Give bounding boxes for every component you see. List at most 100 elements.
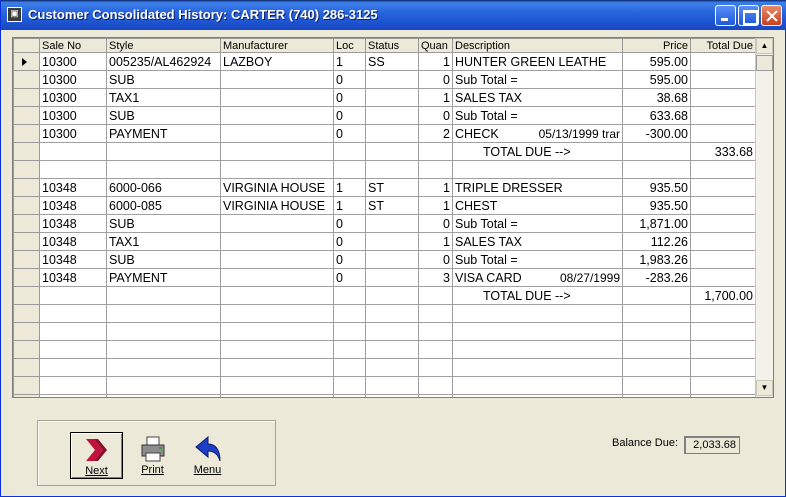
cell-total-due[interactable] [690,268,756,287]
cell-sale-no[interactable] [39,340,107,359]
cell-price[interactable] [622,160,691,179]
cell-description[interactable] [452,394,623,397]
row-selector[interactable] [13,268,40,287]
cell-status[interactable] [365,70,419,89]
table-row[interactable]: 10300 TAX1 0 1 SALES TAX 38.68 [13,88,756,107]
cell-description[interactable]: TRIPLE DRESSER [452,178,623,197]
table-row[interactable] [13,394,756,397]
cell-sale-no[interactable]: 10348 [39,196,107,215]
cell-sale-no[interactable]: 10348 [39,214,107,233]
cell-price[interactable]: 935.50 [622,196,691,215]
cell-quan[interactable]: 0 [418,106,453,125]
cell-description[interactable]: SALES TAX [452,88,623,107]
cell-total-due[interactable] [690,106,756,125]
cell-status[interactable] [365,340,419,359]
cell-sale-no[interactable]: 10348 [39,268,107,287]
cell-status[interactable] [365,142,419,161]
cell-quan[interactable]: 1 [418,232,453,251]
row-selector[interactable] [13,322,40,341]
cell-status[interactable] [365,376,419,395]
cell-price[interactable]: -300.00 [622,124,691,143]
cell-style[interactable] [106,376,221,395]
row-selector[interactable] [13,376,40,395]
cell-price[interactable] [622,340,691,359]
menu-button[interactable]: Menu [181,432,234,479]
col-header-price[interactable]: Price [622,38,691,53]
table-row[interactable]: 10348 6000-066 VIRGINIA HOUSE 1 ST 1 TRIPLE DR… [13,178,756,197]
table-row[interactable]: 10348 TAX1 0 1 SALES TAX 112.26 [13,232,756,251]
maximize-button[interactable] [738,5,759,26]
cell-total-due[interactable] [690,340,756,359]
cell-price[interactable] [622,322,691,341]
row-selector[interactable] [13,196,40,215]
cell-description[interactable] [452,304,623,323]
cell-manufacturer[interactable] [220,250,334,269]
cell-manufacturer[interactable]: VIRGINIA HOUSE [220,178,334,197]
cell-description[interactable]: TOTAL DUE --> [452,286,623,305]
cell-style[interactable] [106,286,221,305]
cell-sale-no[interactable]: 10300 [39,124,107,143]
cell-manufacturer[interactable] [220,106,334,125]
cell-style[interactable] [106,322,221,341]
table-row[interactable] [13,340,756,359]
cell-price[interactable]: 112.26 [622,232,691,251]
cell-sale-no[interactable] [39,322,107,341]
cell-loc[interactable]: 0 [333,250,366,269]
cell-status[interactable] [365,250,419,269]
cell-price[interactable]: 1,871.00 [622,214,691,233]
cell-quan[interactable]: 1 [418,178,453,197]
cell-sale-no[interactable] [39,376,107,395]
row-selector[interactable] [13,160,40,179]
row-selector[interactable] [13,304,40,323]
row-selector[interactable] [13,106,40,125]
table-row[interactable]: 10300 SUB 0 0 Sub Total = 633.68 [13,106,756,125]
row-selector[interactable] [13,178,40,197]
cell-total-due[interactable] [690,88,756,107]
cell-style[interactable] [106,304,221,323]
cell-style[interactable]: SUB [106,214,221,233]
cell-loc[interactable] [333,286,366,305]
cell-description[interactable] [452,358,623,377]
col-header-total-due[interactable]: Total Due [690,38,756,53]
cell-price[interactable]: 935.50 [622,178,691,197]
cell-status[interactable] [365,394,419,397]
cell-description[interactable]: VISA CARD 08/27/1999 [452,268,623,287]
cell-style[interactable] [106,160,221,179]
table-row[interactable]: 10348 SUB 0 0 Sub Total = 1,983.26 [13,250,756,269]
cell-sale-no[interactable] [39,286,107,305]
cell-loc[interactable]: 0 [333,124,366,143]
cell-quan[interactable] [418,286,453,305]
cell-loc[interactable] [333,322,366,341]
cell-total-due[interactable] [690,214,756,233]
cell-status[interactable] [365,286,419,305]
cell-loc[interactable]: 0 [333,214,366,233]
scroll-down-button[interactable]: ▼ [756,380,773,396]
cell-total-due[interactable] [690,232,756,251]
col-header-quan[interactable]: Quan [418,38,453,53]
cell-total-due[interactable] [690,304,756,323]
row-selector[interactable] [13,358,40,377]
cell-price[interactable]: -283.26 [622,268,691,287]
cell-status[interactable] [365,358,419,377]
table-row[interactable]: TOTAL DUE --> 1,700.00 [13,286,756,305]
col-header-loc[interactable]: Loc [333,38,366,53]
cell-total-due[interactable] [690,196,756,215]
cell-loc[interactable]: 1 [333,178,366,197]
table-row[interactable] [13,358,756,377]
cell-manufacturer[interactable] [220,142,334,161]
cell-status[interactable] [365,268,419,287]
table-row[interactable] [13,376,756,395]
cell-manufacturer[interactable] [220,232,334,251]
cell-quan[interactable] [418,376,453,395]
cell-style[interactable]: SUB [106,70,221,89]
col-header-status[interactable]: Status [365,38,419,53]
cell-total-due[interactable] [690,394,756,397]
cell-sale-no[interactable] [39,142,107,161]
cell-description[interactable] [452,340,623,359]
table-row[interactable]: TOTAL DUE --> 333.68 [13,142,756,161]
cell-sale-no[interactable] [39,394,107,397]
cell-description[interactable] [452,160,623,179]
cell-sale-no[interactable]: 10348 [39,178,107,197]
cell-total-due[interactable] [690,70,756,89]
cell-manufacturer[interactable]: VIRGINIA HOUSE [220,196,334,215]
